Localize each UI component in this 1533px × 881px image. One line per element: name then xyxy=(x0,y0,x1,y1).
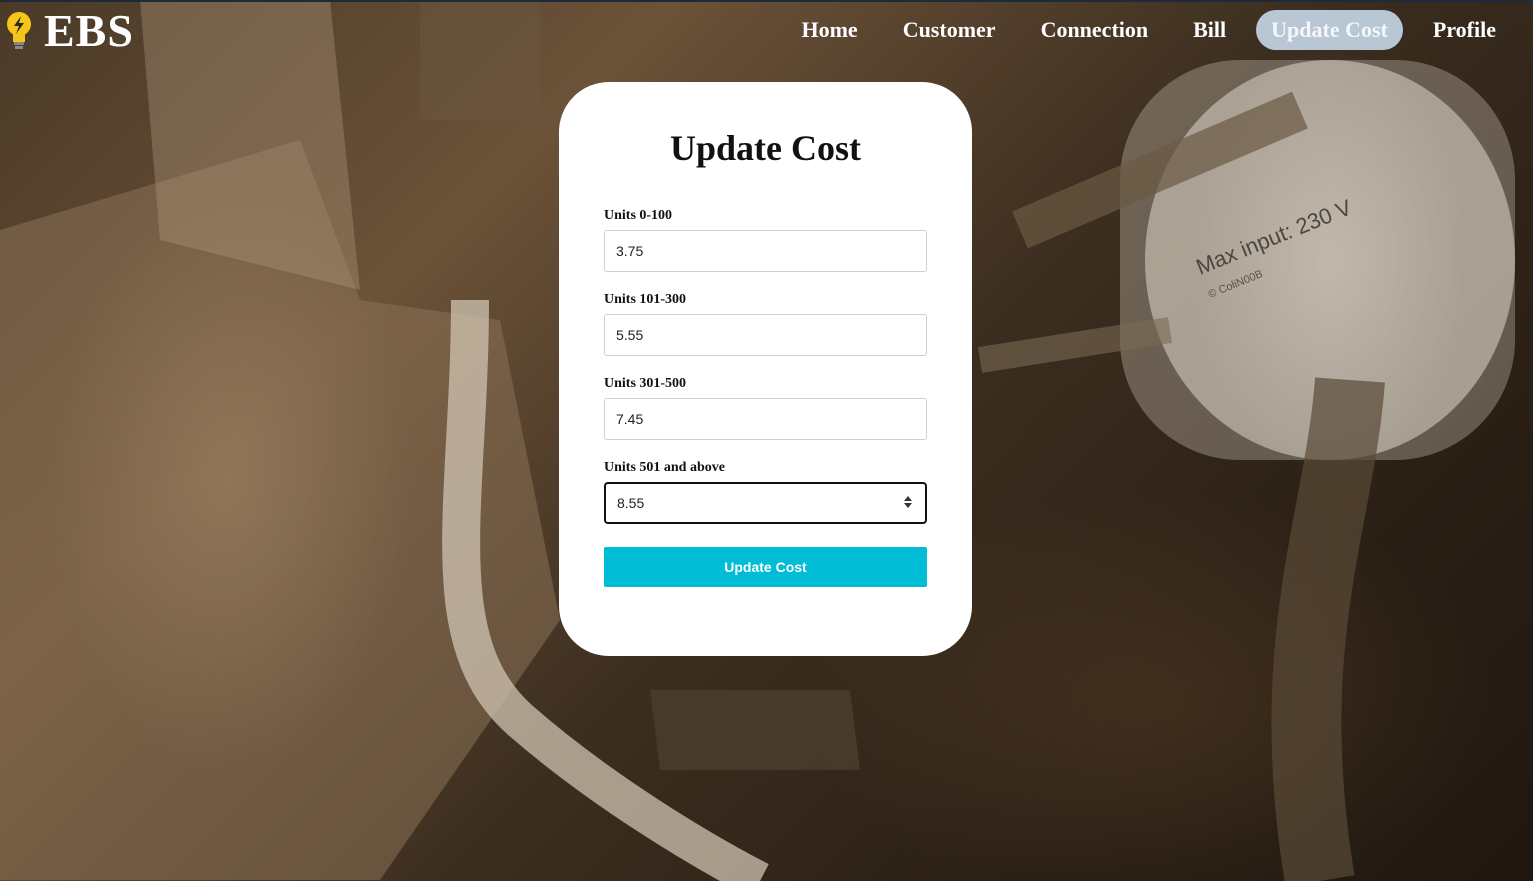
number-input-wrapper xyxy=(604,482,927,524)
nav-links: Home Customer Connection Bill Update Cos… xyxy=(771,10,1511,50)
field-label: Units 501 and above xyxy=(604,460,725,475)
field-label: Units 301-500 xyxy=(604,376,687,391)
brand-logo[interactable]: EBS xyxy=(4,6,134,56)
nav-customer[interactable]: Customer xyxy=(888,10,1011,50)
nav-profile[interactable]: Profile xyxy=(1418,10,1511,50)
number-spinner-icon[interactable] xyxy=(903,495,913,509)
field-units-301-500: Units 301-500 xyxy=(604,376,927,440)
nav-connection[interactable]: Connection xyxy=(1026,10,1164,50)
field-label: Units 101-300 xyxy=(604,292,687,307)
brand-name: EBS xyxy=(44,5,134,56)
field-units-0-100: Units 0-100 xyxy=(604,208,927,272)
nav-bill[interactable]: Bill xyxy=(1178,10,1241,50)
units-0-100-input[interactable] xyxy=(604,230,927,272)
lightbulb-bolt-icon xyxy=(4,10,34,52)
field-units-501-above: Units 501 and above xyxy=(604,460,927,524)
field-units-101-300: Units 101-300 xyxy=(604,292,927,356)
units-301-500-input[interactable] xyxy=(604,398,927,440)
update-cost-card: Update Cost Units 0-100 Units 101-300 Un… xyxy=(559,82,972,656)
nav-update-cost[interactable]: Update Cost xyxy=(1256,10,1403,50)
units-501-above-input[interactable] xyxy=(604,482,927,524)
update-cost-button[interactable]: Update Cost xyxy=(604,547,927,587)
units-101-300-input[interactable] xyxy=(604,314,927,356)
page-title: Update Cost xyxy=(669,128,861,168)
top-navbar: EBS Home Customer Connection Bill Update… xyxy=(0,0,1533,62)
field-label: Units 0-100 xyxy=(604,208,673,223)
nav-home[interactable]: Home xyxy=(786,10,872,50)
